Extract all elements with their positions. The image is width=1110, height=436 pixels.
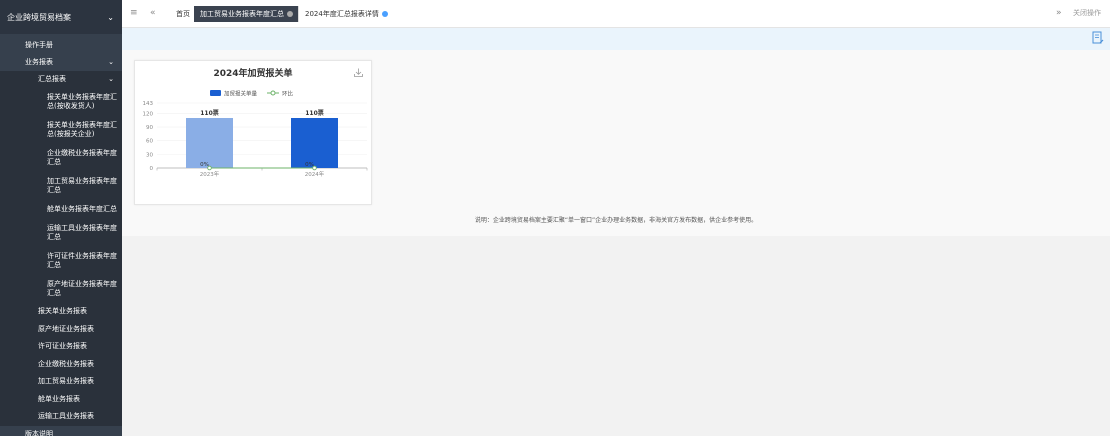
double-right-arrow-icon[interactable]: » <box>1056 8 1062 18</box>
tab-summary-detail[interactable]: 2024年度汇总报表详情 <box>298 6 394 22</box>
chevron-down-icon: ⌄ <box>108 75 114 83</box>
y-tick-label: 30 <box>146 152 153 158</box>
tab-bar: ≡ « 首页 加工贸易业务报表年度汇总 2024年度汇总报表详情 » 关闭操作 <box>122 0 1110 28</box>
sidebar-item-business[interactable]: 业务报表 ⌄ <box>0 54 122 71</box>
sidebar-item-l2-5[interactable]: 舱单业务报表 <box>0 390 122 408</box>
y-tick-label: 143 <box>143 101 154 107</box>
tab-label: 首页 <box>176 10 190 18</box>
chevron-down-icon: ⌄ <box>107 12 114 22</box>
bar-chart: 加贸报关单量 环比 143 120 90 60 30 0 110票 2023年 110票 2024年 0… <box>143 90 368 178</box>
chevron-down-icon: ⌄ <box>108 58 114 66</box>
close-tab-icon[interactable] <box>287 11 293 17</box>
sidebar-item-l2-2[interactable]: 许可证业务报表 <box>0 338 122 356</box>
sidebar-item-label: 业务报表 <box>25 58 53 66</box>
line-value-label: 0% <box>305 162 314 168</box>
tab-processing-trade-summary[interactable]: 加工贸易业务报表年度汇总 <box>194 6 299 22</box>
close-operations-button[interactable]: 关闭操作 <box>1073 8 1101 18</box>
sidebar-header[interactable]: 企业跨境贸易档案 ⌄ <box>0 0 122 34</box>
sidebar-item-leaf-1[interactable]: 报关单业务报表年度汇总(按报关企业) <box>0 116 122 144</box>
legend-label-line: 环比 <box>282 90 294 98</box>
toolbar-strip <box>122 28 1110 50</box>
sidebar-item-l2-6[interactable]: 运输工具业务报表 <box>0 408 122 426</box>
legend-label-bar: 加贸报关单量 <box>224 90 258 98</box>
sidebar-item-label: 汇总报表 <box>38 75 66 83</box>
x-tick-label: 2023年 <box>200 170 220 178</box>
sidebar-item-l2-0[interactable]: 报关单业务报表 <box>0 303 122 321</box>
sidebar-item-leaf-0[interactable]: 报关单业务报表年度汇总(按收发货人) <box>0 88 122 116</box>
main-panel: 2024年加贸报关单 加贸报关单量 环比 143 120 90 60 30 0 110票 2023… <box>122 50 1110 236</box>
sidebar-item-leaf-5[interactable]: 运输工具业务报表年度汇总 <box>0 219 122 247</box>
sidebar-item-summary[interactable]: 汇总报表 ⌄ <box>0 71 122 88</box>
bar <box>186 118 233 168</box>
bar-value-label: 110票 <box>200 109 219 117</box>
y-tick-label: 0 <box>150 166 154 172</box>
sidebar-item-leaf-3[interactable]: 加工贸易业务报表年度汇总 <box>0 172 122 200</box>
chart-card: 2024年加贸报关单 加贸报关单量 环比 143 120 90 60 30 0 110票 2023… <box>134 60 372 205</box>
sidebar-item-leaf-2[interactable]: 企业缴税业务报表年度汇总 <box>0 144 122 172</box>
edit-document-icon[interactable] <box>1092 31 1104 45</box>
sidebar-item-leaf-7[interactable]: 原产地证业务报表年度汇总 <box>0 275 122 303</box>
sidebar-item-version[interactable]: 版本说明 <box>0 426 122 436</box>
sidebar: 企业跨境贸易档案 ⌄ 操作手册 业务报表 ⌄ 汇总报表 ⌄ 报关单业务报表年度汇… <box>0 0 122 436</box>
line-value-label: 0% <box>200 162 209 168</box>
tab-home[interactable]: 首页 <box>170 6 196 22</box>
bar <box>291 118 338 168</box>
close-tab-icon[interactable] <box>381 11 388 17</box>
sidebar-item-l2-3[interactable]: 企业缴税业务报表 <box>0 355 122 373</box>
double-left-arrow-icon[interactable]: « <box>150 8 156 18</box>
sidebar-item-leaf-6[interactable]: 许可证件业务报表年度汇总 <box>0 247 122 275</box>
legend-swatch-bar <box>210 90 221 96</box>
y-tick-label: 60 <box>146 139 153 145</box>
bar-value-label: 110票 <box>305 109 324 117</box>
sidebar-item-l2-1[interactable]: 原产地证业务报表 <box>0 320 122 338</box>
sidebar-header-title: 企业跨境贸易档案 <box>7 12 71 22</box>
y-tick-label: 90 <box>146 125 153 131</box>
y-tick-label: 120 <box>143 111 154 117</box>
sidebar-item-l2-4[interactable]: 加工贸易业务报表 <box>0 373 122 391</box>
menu-toggle-icon[interactable]: ≡ <box>130 8 138 18</box>
x-tick-label: 2024年 <box>305 170 325 178</box>
legend-marker-line <box>270 90 276 96</box>
disclaimer-note: 说明：企业跨境贸易档案主要汇聚“单一窗口”企业办理业务数据，非海关官方发布数据，… <box>474 217 758 224</box>
tab-label: 2024年度汇总报表详情 <box>305 10 379 18</box>
tab-label: 加工贸易业务报表年度汇总 <box>200 10 284 18</box>
sidebar-item-leaf-4[interactable]: 舱单业务报表年度汇总 <box>0 200 122 219</box>
sidebar-item-manual[interactable]: 操作手册 <box>0 37 122 54</box>
